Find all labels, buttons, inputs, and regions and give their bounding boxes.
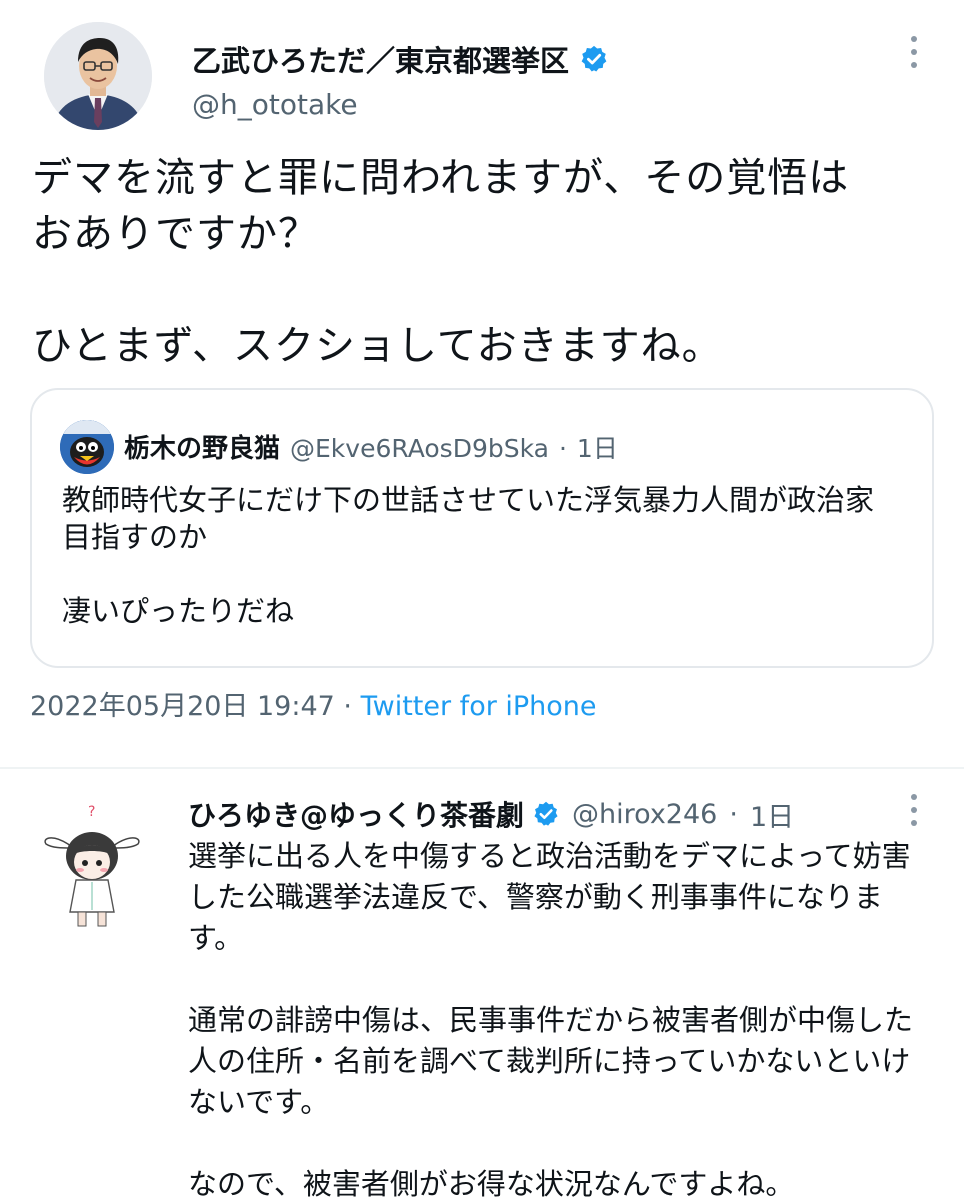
reply-text-line: した公職選挙法違反で、警察が動く刑事事件になりま	[188, 880, 883, 914]
reply-body: 選挙に出る人を中傷すると政治活動をデマによって妨害 した公職選挙法違反で、警察が…	[188, 836, 928, 1200]
tweet-text-line: おありですか？	[32, 211, 319, 257]
reply-text-line: す。	[188, 921, 244, 955]
author-name-row: 乙武ひろただ／東京都選挙区	[192, 38, 609, 80]
more-options-icon[interactable]	[904, 790, 924, 830]
reply-text-line: なので、被害者側がお得な状況なんですよね。	[188, 1167, 795, 1200]
quoted-tweet-body: 教師時代女子にだけ下の世話させていた浮気暴力人間が政治家 目指すのか 凄いぴった…	[62, 482, 922, 630]
quoted-author-avatar[interactable]	[60, 420, 114, 474]
tweet-text-line: デマを流すと罪に問われますが、その覚悟は	[32, 155, 850, 201]
tweet-timestamp[interactable]: 2022年05月20日 19:47	[30, 691, 335, 722]
reply-text-line: 通常の誹謗中傷は、民事事件だから被害者側が中傷した	[188, 1003, 914, 1037]
quoted-timestamp[interactable]: 1日	[577, 429, 618, 465]
separator-dot: ·	[343, 691, 353, 722]
quoted-text-line: 教師時代女子にだけ下の世話させていた浮気暴力人間が政治家	[62, 483, 875, 517]
svg-text:?: ?	[88, 804, 95, 820]
tweet-meta: 2022年05月20日 19:47 · Twitter for iPhone	[30, 684, 597, 723]
quoted-handle[interactable]: @Ekve6RAosD9bSka	[290, 434, 549, 463]
reply-text-line: 人の住所・名前を調べて裁判所に持っていかないといけ	[188, 1044, 911, 1078]
separator-dot: ·	[729, 798, 738, 830]
reply-display-name[interactable]: ひろゆき@ゆっくり茶番劇	[188, 794, 524, 834]
reply-handle[interactable]: @hirox246	[572, 799, 717, 830]
verified-badge-icon	[579, 44, 609, 74]
main-tweet: 乙武ひろただ／東京都選挙区 @h_ototake デマを流すと罪に問われますが、…	[0, 0, 964, 768]
separator-dot: ·	[558, 434, 567, 463]
quoted-tweet-header: 栃木の野良猫 @Ekve6RAosD9bSka · 1日	[124, 428, 618, 465]
quoted-display-name[interactable]: 栃木の野良猫	[124, 428, 280, 465]
reply-timestamp[interactable]: 1日	[750, 795, 794, 834]
author-handle[interactable]: @h_ototake	[192, 88, 358, 121]
reply-header: ひろゆき@ゆっくり茶番劇 @hirox246 · 1日	[188, 794, 794, 834]
verified-badge-icon	[532, 800, 560, 828]
quoted-tweet-card[interactable]: 栃木の野良猫 @Ekve6RAosD9bSka · 1日 教師時代女子にだけ下の…	[30, 388, 934, 668]
reply-author-avatar[interactable]: ?	[38, 800, 148, 930]
author-display-name[interactable]: 乙武ひろただ／東京都選挙区	[192, 38, 569, 80]
reply-text-line: ないです。	[188, 1085, 330, 1119]
reply-text-line: 選挙に出る人を中傷すると政治活動をデマによって妨害	[188, 839, 911, 873]
tweet-text-line: ひとまず、スクショしておきますね。	[32, 323, 723, 369]
author-avatar[interactable]	[44, 22, 152, 130]
more-options-icon[interactable]	[904, 32, 924, 72]
tweet-body: デマを流すと罪に問われますが、その覚悟は おありですか？ ひとまず、スクショして…	[32, 150, 932, 374]
quoted-text-line: 目指すのか	[62, 520, 208, 554]
tweet-source-link[interactable]: Twitter for iPhone	[361, 691, 597, 722]
divider	[0, 767, 964, 769]
quoted-text-line: 凄いぴったりだね	[62, 594, 295, 628]
